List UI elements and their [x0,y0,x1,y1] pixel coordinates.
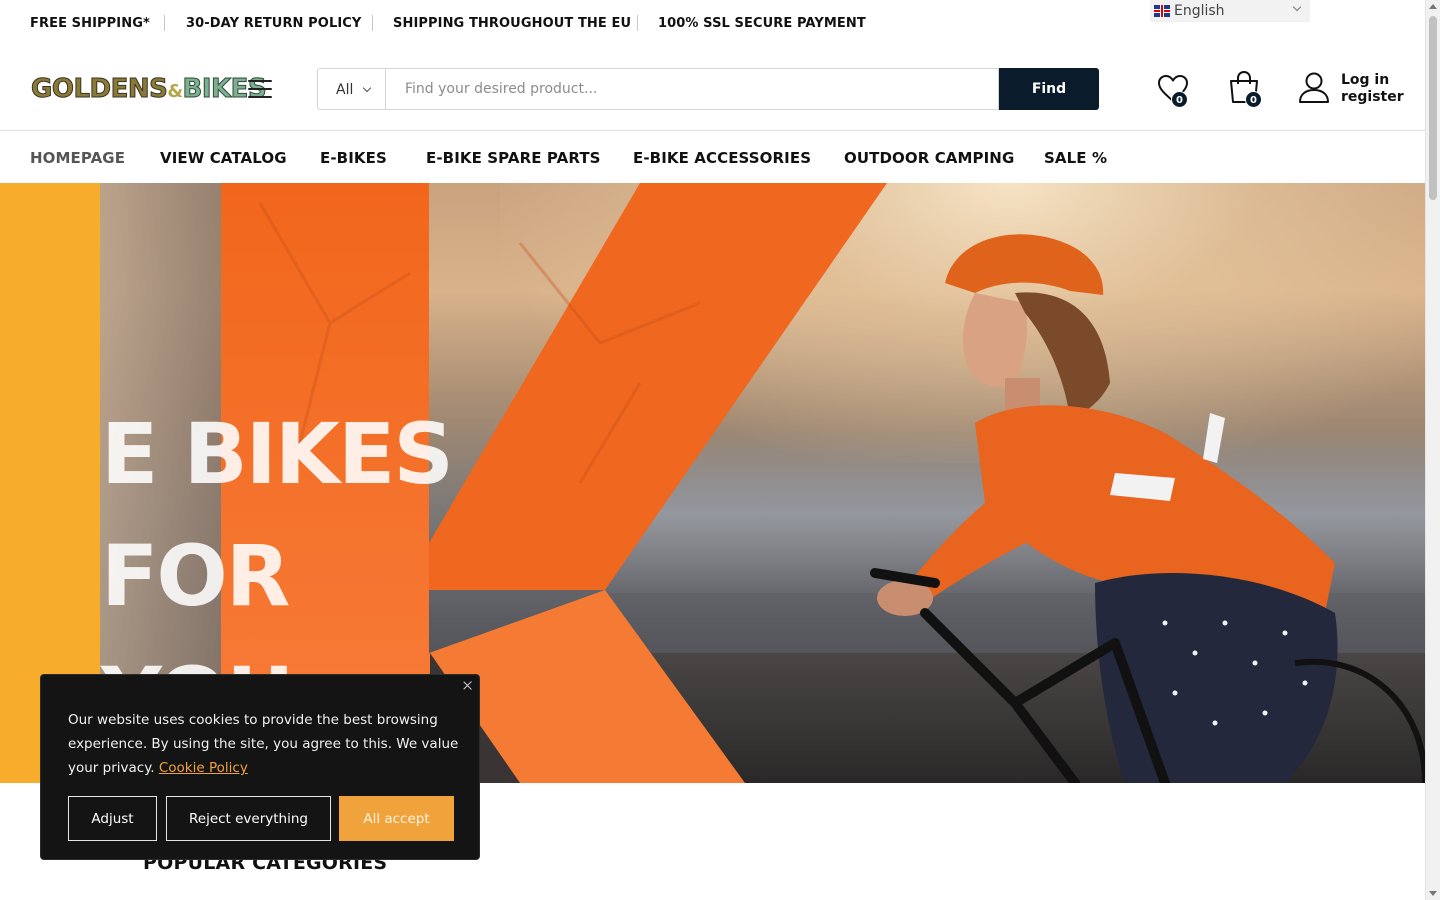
cookie-consent-banner: Our website uses cookies to provide the … [40,674,480,860]
search-category-select[interactable]: All [317,68,385,110]
nav-item-e-bikes[interactable]: E-BIKES [320,149,387,167]
hero-cyclist-image [870,234,1425,783]
search-bar: All Find [317,68,1099,110]
chevron-down-icon [1292,2,1302,12]
nav-item-view-catalog[interactable]: VIEW CATALOG [160,149,287,167]
usp-separator [164,15,165,31]
usp-eu-shipping: SHIPPING THROUGHOUT THE EU [393,16,632,31]
account-button[interactable] [1298,71,1332,105]
chevron-down-icon [362,83,372,93]
cart-count-badge: 0 [1245,91,1262,108]
nav-item-sale[interactable]: SALE % [1044,149,1107,167]
menu-hamburger-icon[interactable] [248,80,272,98]
nav-item-spare-parts[interactable]: E-BIKE SPARE PARTS [426,149,601,167]
close-icon[interactable] [461,679,475,693]
account-links: Log in register [1341,72,1404,106]
nav-item-accessories[interactable]: E-BIKE ACCESSORIES [633,149,811,167]
cookie-message: Our website uses cookies to provide the … [68,708,460,780]
cart-button[interactable]: 0 [1228,70,1264,108]
main-navigation: HOMEPAGE VIEW CATALOG E-BIKES E-BIKE SPA… [0,131,1425,183]
user-icon [1299,72,1329,103]
cookie-reject-button[interactable]: Reject everything [166,796,331,841]
cookie-policy-link[interactable]: Cookie Policy [159,760,248,776]
scroll-down-arrow-icon[interactable] [1429,891,1437,896]
hero-title-line: FOR [101,527,290,625]
search-input[interactable] [385,68,999,110]
wishlist-count-badge: 0 [1171,91,1188,108]
usp-secure-payment: 100% SSL SECURE PAYMENT [658,16,866,31]
cookie-adjust-button[interactable]: Adjust [68,796,157,841]
scrollbar-thumb[interactable] [1429,16,1437,200]
logo-ampersand: & [167,81,183,102]
nav-item-outdoor-camping[interactable]: OUTDOOR CAMPING [844,149,1014,167]
language-selector[interactable]: English [1150,0,1310,22]
search-find-button[interactable]: Find [999,68,1099,110]
usp-free-shipping: FREE SHIPPING* [30,16,150,31]
logo-text-goldens: GOLDENS [30,74,168,105]
register-link[interactable]: register [1341,89,1404,106]
hero-title-line: E BIKES [101,405,454,503]
language-label: English [1174,3,1225,19]
site-logo[interactable]: GOLDENS&BIKES [30,72,267,106]
usp-separator [637,15,638,31]
login-link[interactable]: Log in [1341,72,1404,89]
page-scrollbar[interactable] [1425,0,1440,900]
usp-return-policy: 30-DAY RETURN POLICY [186,16,362,31]
scroll-up-arrow-icon[interactable] [1429,4,1437,9]
search-category-label: All [336,82,354,98]
cookie-accept-button[interactable]: All accept [339,796,454,841]
nav-item-homepage[interactable]: HOMEPAGE [30,149,125,167]
usp-separator [372,15,373,31]
wishlist-button[interactable]: 0 [1157,72,1191,108]
cookie-message-text: Our website uses cookies to provide the … [68,712,459,776]
uk-flag-icon [1154,5,1170,17]
